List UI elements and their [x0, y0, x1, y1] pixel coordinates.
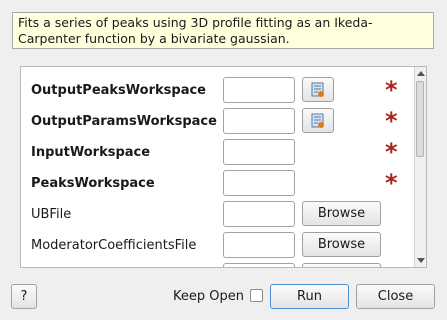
property-row-moderator-coefficients-file: ModeratorCoefficientsFile Browse	[21, 232, 417, 260]
output-params-workspace-input[interactable]	[223, 108, 295, 134]
property-label: UBFile	[31, 207, 72, 222]
keep-open-checkbox[interactable]	[250, 289, 263, 302]
required-marker: *	[385, 107, 398, 135]
property-row-output-params-workspace: OutputParamsWorkspace *	[21, 108, 417, 136]
workspace-select-button[interactable]	[302, 108, 334, 133]
property-label: OutputParamsWorkspace	[31, 114, 217, 129]
property-row-input-workspace: InputWorkspace *	[21, 139, 417, 167]
run-button[interactable]: Run	[270, 284, 349, 309]
scroll-down-icon[interactable]	[417, 258, 425, 263]
properties-scrollbar[interactable]	[414, 67, 426, 267]
next-property-button[interactable]	[302, 263, 381, 267]
algorithm-description: Fits a series of peaks using 3D profile …	[12, 12, 434, 49]
required-marker: *	[385, 169, 398, 197]
property-row-peaks-workspace: PeaksWorkspace *	[21, 170, 417, 198]
output-peaks-workspace-input[interactable]	[223, 77, 295, 103]
keep-open-label: Keep Open	[173, 289, 244, 304]
workspace-select-button[interactable]	[302, 77, 334, 102]
property-label: InputWorkspace	[31, 145, 151, 160]
scroll-thumb[interactable]	[416, 81, 424, 157]
close-button[interactable]: Close	[356, 284, 435, 309]
next-property-input[interactable]	[223, 263, 295, 267]
workspace-select-icon	[311, 82, 324, 97]
workspace-select-icon	[311, 113, 324, 128]
ub-file-input[interactable]	[223, 201, 295, 227]
ub-file-browse-button[interactable]: Browse	[302, 201, 381, 226]
property-label: OutputPeaksWorkspace	[31, 83, 206, 98]
property-label: PeaksWorkspace	[31, 176, 155, 191]
property-row-partial	[21, 263, 417, 267]
property-label: ModeratorCoefficientsFile	[31, 238, 197, 253]
moderator-coefficients-file-input[interactable]	[223, 232, 295, 258]
peaks-workspace-input[interactable]	[223, 170, 295, 196]
scroll-up-icon[interactable]	[417, 71, 425, 76]
help-button[interactable]: ?	[11, 284, 37, 309]
required-marker: *	[385, 76, 398, 104]
required-marker: *	[385, 138, 398, 166]
moderator-coefficients-browse-button[interactable]: Browse	[302, 232, 381, 257]
properties-panel: OutputPeaksWorkspace * OutputParamsWorks…	[20, 66, 427, 268]
input-workspace-input[interactable]	[223, 139, 295, 165]
property-row-ub-file: UBFile Browse	[21, 201, 417, 229]
property-row-output-peaks-workspace: OutputPeaksWorkspace *	[21, 77, 417, 105]
